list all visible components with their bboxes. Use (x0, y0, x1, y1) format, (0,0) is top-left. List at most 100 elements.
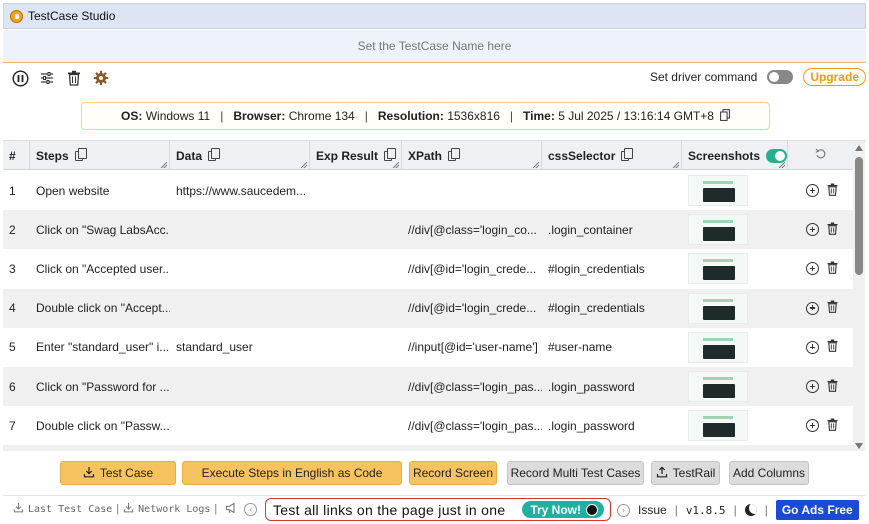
resize-handle-icon[interactable] (779, 162, 785, 168)
trash-icon[interactable] (64, 68, 84, 88)
xpath-cell[interactable]: //input[@id='user-name'] (402, 328, 542, 367)
add-step-icon[interactable] (806, 419, 819, 433)
pause-icon[interactable] (10, 68, 30, 88)
data-cell[interactable] (170, 249, 310, 288)
xpath-cell[interactable] (402, 171, 542, 210)
xpath-cell[interactable]: //div[@id='login_crede... (402, 289, 542, 328)
testrail-button[interactable]: TestRail (651, 461, 720, 485)
issue-link[interactable]: Issue (638, 503, 667, 517)
delete-step-icon[interactable] (827, 300, 838, 316)
exp-result-cell[interactable] (310, 328, 402, 367)
exp-result-cell[interactable] (310, 171, 402, 210)
delete-step-icon[interactable] (827, 183, 838, 199)
column-header-exp-result[interactable]: Exp Result (310, 141, 402, 170)
add-step-icon[interactable] (806, 223, 819, 237)
exp-result-cell[interactable] (310, 367, 402, 406)
scroll-down-icon[interactable] (855, 443, 863, 449)
data-cell[interactable] (170, 406, 310, 445)
network-logs-link[interactable]: Network Logs (123, 502, 210, 516)
add-step-icon[interactable] (806, 301, 819, 315)
copy-info-icon[interactable] (720, 108, 730, 124)
test-case-button[interactable]: Test Case (60, 461, 176, 485)
copy-column-icon[interactable] (448, 147, 461, 161)
resize-handle-icon[interactable] (673, 162, 679, 168)
megaphone-icon[interactable] (225, 502, 238, 517)
prev-arrow-icon[interactable]: ‹ (244, 502, 258, 516)
css-selector-cell[interactable]: .login_password (542, 406, 682, 445)
exp-result-cell[interactable] (310, 249, 402, 288)
screenshot-thumbnail[interactable] (688, 214, 748, 246)
scroll-thumb[interactable] (855, 157, 863, 275)
delete-step-icon[interactable] (827, 339, 838, 355)
data-cell[interactable]: https://www.saucedem... (170, 171, 310, 210)
dark-mode-moon-icon[interactable] (744, 504, 757, 516)
copy-column-icon[interactable] (74, 147, 87, 161)
screenshot-thumbnail[interactable] (688, 253, 748, 285)
data-cell[interactable] (170, 367, 310, 406)
scroll-up-icon[interactable] (855, 145, 863, 151)
step-cell[interactable]: Double click on "Accept... (30, 289, 170, 328)
step-cell[interactable]: Click on "Password for ... (30, 367, 170, 406)
delete-step-icon[interactable] (827, 222, 838, 238)
xpath-cell[interactable]: //div[@class='login_pas... (402, 406, 542, 445)
driver-command-toggle[interactable] (767, 70, 794, 84)
data-cell[interactable]: standard_user (170, 328, 310, 367)
add-step-icon[interactable] (806, 184, 819, 198)
promo-marquee[interactable]: Test all links on the page just in one T… (265, 498, 611, 521)
resize-handle-icon[interactable] (393, 162, 399, 168)
css-selector-cell[interactable]: .login_container (542, 210, 682, 249)
testcase-name-input[interactable] (184, 39, 685, 53)
add-step-icon[interactable] (806, 340, 819, 354)
delete-step-icon[interactable] (827, 261, 838, 277)
resize-handle-icon[interactable] (161, 162, 167, 168)
add-step-icon[interactable] (806, 262, 819, 276)
xpath-cell[interactable]: //div[@class='login_co... (402, 210, 542, 249)
add-step-icon[interactable] (806, 380, 819, 394)
xpath-cell[interactable]: //div[@class='login_pas... (402, 367, 542, 406)
execute-steps-button[interactable]: Execute Steps in English as Code (182, 461, 402, 485)
next-arrow-icon[interactable]: › (617, 503, 630, 517)
step-cell[interactable]: Enter "standard_user" i... (30, 328, 170, 367)
delete-step-icon[interactable] (827, 379, 838, 395)
screenshot-thumbnail[interactable] (688, 331, 748, 363)
css-selector-cell[interactable]: #login_credentials (542, 249, 682, 288)
copy-column-icon[interactable] (208, 147, 221, 161)
column-header-css-selector[interactable]: cssSelector (542, 141, 682, 170)
column-header-data[interactable]: Data (170, 141, 310, 170)
step-cell[interactable]: Open website (30, 171, 170, 210)
step-cell[interactable]: Click on "Swag LabsAcc... (30, 210, 170, 249)
last-test-case-link[interactable]: Last Test Case (13, 502, 112, 516)
screenshot-thumbnail[interactable] (688, 371, 748, 403)
resize-handle-icon[interactable] (301, 162, 307, 168)
delete-step-icon[interactable] (827, 418, 838, 434)
css-selector-cell[interactable] (542, 171, 682, 210)
step-cell[interactable]: Double click on "Passw... (30, 406, 170, 445)
data-cell[interactable] (170, 289, 310, 328)
copy-column-icon[interactable] (384, 147, 397, 161)
column-header-steps[interactable]: Steps (30, 141, 170, 170)
table-scrollbar[interactable] (853, 141, 865, 451)
settings-gear-icon[interactable] (91, 68, 111, 88)
sliders-icon[interactable] (37, 68, 57, 88)
css-selector-cell[interactable]: #login_credentials (542, 289, 682, 328)
step-cell[interactable]: Click on "Accepted user... (30, 249, 170, 288)
go-ads-free-button[interactable]: Go Ads Free (775, 500, 859, 520)
screenshot-thumbnail[interactable] (688, 175, 748, 207)
add-columns-button[interactable]: Add Columns (729, 461, 809, 485)
screenshot-thumbnail[interactable] (688, 292, 748, 324)
record-screen-button[interactable]: Record Screen (409, 461, 497, 485)
screenshot-thumbnail[interactable] (688, 410, 748, 442)
data-cell[interactable] (170, 210, 310, 249)
xpath-cell[interactable]: //div[@id='login_crede... (402, 249, 542, 288)
css-selector-cell[interactable]: #user-name (542, 328, 682, 367)
exp-result-cell[interactable] (310, 289, 402, 328)
record-multi-button[interactable]: Record Multi Test Cases (507, 461, 644, 485)
exp-result-cell[interactable] (310, 406, 402, 445)
try-now-button[interactable]: Try Now! (522, 501, 604, 518)
column-header-xpath[interactable]: XPath (402, 141, 542, 170)
copy-column-icon[interactable] (621, 147, 634, 161)
undo-icon[interactable] (815, 148, 827, 163)
column-header-screenshots[interactable]: Screenshots (682, 141, 788, 170)
screenshots-toggle[interactable] (766, 148, 787, 163)
exp-result-cell[interactable] (310, 210, 402, 249)
